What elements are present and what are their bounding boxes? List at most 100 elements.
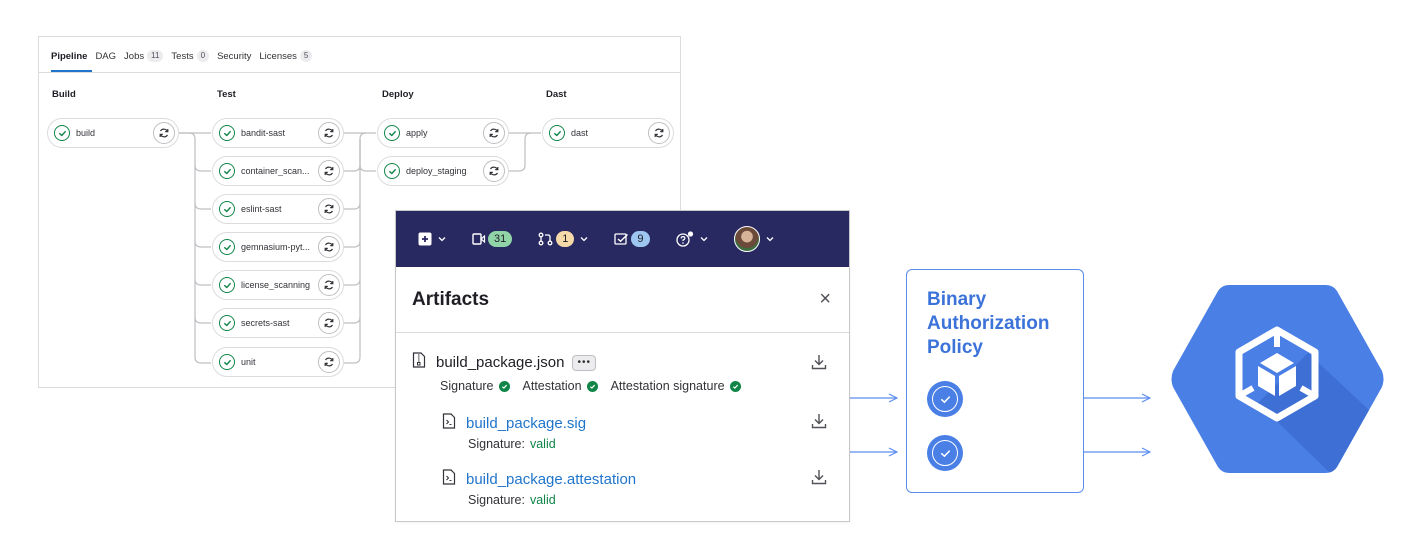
help-icon	[675, 231, 693, 247]
job-name: container_scan...	[241, 166, 310, 176]
artifact-main-file: build_package.json •••	[412, 352, 596, 373]
retry-icon[interactable]	[318, 198, 340, 220]
tab-dag[interactable]: DAG	[95, 51, 121, 72]
success-icon	[219, 125, 235, 141]
retry-icon[interactable]	[153, 122, 175, 144]
policy-title-line: Policy	[927, 337, 983, 358]
help-button[interactable]	[675, 231, 708, 247]
success-icon	[384, 125, 400, 141]
job-eslint-sast[interactable]: eslint-sast	[212, 194, 344, 224]
job-license-scanning[interactable]: license_scanning	[212, 270, 344, 300]
tab-label: Jobs	[124, 50, 145, 62]
tab-licenses[interactable]: Licenses 5	[259, 50, 317, 72]
retry-icon[interactable]	[483, 122, 505, 144]
attestation-label: Attestation	[522, 379, 582, 393]
success-icon	[219, 163, 235, 179]
tab-count: 11	[147, 50, 164, 62]
issues-icon	[472, 233, 486, 245]
script-file-icon	[442, 413, 456, 434]
tab-tests[interactable]: Tests 0	[171, 50, 214, 72]
job-name: deploy_staging	[406, 166, 467, 176]
tab-label: Tests	[171, 50, 194, 62]
verification-status: Signature Attestation Attestation signat…	[440, 379, 749, 393]
file-name: build_package.json	[436, 354, 565, 371]
success-icon	[219, 201, 235, 217]
job-apply[interactable]: apply	[377, 118, 509, 148]
job-unit[interactable]: unit	[212, 347, 344, 377]
issues-button[interactable]: 31	[472, 231, 513, 247]
create-new-button[interactable]	[418, 232, 446, 246]
stage-title-test: Test	[217, 89, 236, 100]
close-icon[interactable]: ×	[819, 288, 831, 311]
retry-icon[interactable]	[318, 312, 340, 334]
tab-label: Licenses	[259, 50, 297, 62]
tab-label: Pipeline	[51, 51, 88, 62]
job-name: unit	[241, 357, 256, 367]
stage-title-dast: Dast	[546, 89, 567, 100]
merge-requests-button[interactable]: 1	[538, 231, 588, 247]
policy-title-line: Binary	[927, 289, 987, 310]
retry-icon[interactable]	[483, 160, 505, 182]
signature-status: Signature: valid	[468, 437, 556, 451]
job-name: dast	[571, 128, 589, 138]
user-menu[interactable]	[733, 226, 774, 252]
job-name: bandit-sast	[241, 128, 286, 138]
merge-requests-count: 1	[556, 231, 575, 247]
job-dast[interactable]: dast	[542, 118, 674, 148]
success-icon	[219, 354, 235, 370]
script-file-icon	[442, 469, 456, 490]
stage-title-build: Build	[52, 89, 76, 100]
retry-icon[interactable]	[318, 351, 340, 373]
success-icon	[219, 239, 235, 255]
status-valid: valid	[529, 437, 556, 451]
artifacts-panel: 31 1 9 Artifacts × build_package.json ••…	[395, 210, 850, 522]
policy-title-line: Authorization	[927, 313, 1050, 334]
tab-count: 0	[196, 50, 210, 62]
retry-icon[interactable]	[318, 274, 340, 296]
success-icon	[219, 277, 235, 293]
job-bandit-sast[interactable]: bandit-sast	[212, 118, 344, 148]
retry-icon[interactable]	[648, 122, 670, 144]
download-icon[interactable]	[811, 469, 827, 485]
job-gemnasium[interactable]: gemnasium-pyt...	[212, 232, 344, 262]
tab-jobs[interactable]: Jobs 11	[124, 50, 168, 72]
status-valid: valid	[529, 493, 556, 507]
attestation-signature-label: Attestation signature	[610, 379, 725, 393]
job-secrets-sast[interactable]: secrets-sast	[212, 308, 344, 338]
check-circle-icon	[927, 435, 963, 471]
file-link[interactable]: build_package.sig	[466, 415, 586, 432]
download-icon[interactable]	[811, 354, 827, 370]
job-deploy-staging[interactable]: deploy_staging	[377, 156, 509, 186]
issues-count: 31	[488, 231, 513, 247]
artifact-sig-file: build_package.sig	[442, 413, 586, 434]
zip-file-icon	[412, 352, 426, 373]
pipeline-tabs: Pipeline DAG Jobs 11 Tests 0 Security Lice…	[39, 37, 680, 73]
chevron-down-icon	[580, 237, 588, 242]
retry-icon[interactable]	[318, 122, 340, 144]
job-name: gemnasium-pyt...	[241, 242, 311, 252]
tab-count: 5	[299, 50, 313, 62]
job-container-scanning[interactable]: container_scan...	[212, 156, 344, 186]
job-name: eslint-sast	[241, 204, 282, 214]
chevron-down-icon	[438, 237, 446, 242]
todos-button[interactable]: 9	[614, 231, 650, 247]
check-circle-icon	[927, 381, 963, 417]
artifacts-header: Artifacts ×	[396, 267, 849, 333]
binary-authorization-policy: Binary Authorization Policy	[906, 269, 1084, 493]
file-link[interactable]: build_package.attestation	[466, 471, 636, 488]
merge-request-icon	[538, 232, 553, 246]
job-build[interactable]: build	[47, 118, 179, 148]
tab-security[interactable]: Security	[217, 51, 256, 72]
tab-label: Security	[217, 51, 252, 62]
check-circle-icon	[729, 380, 741, 392]
retry-icon[interactable]	[318, 160, 340, 182]
signature-status: Signature: valid	[468, 493, 556, 507]
artifacts-title: Artifacts	[412, 288, 490, 310]
more-actions-button[interactable]: •••	[572, 354, 596, 371]
signature-label: Signature	[440, 379, 494, 393]
download-icon[interactable]	[811, 413, 827, 429]
retry-icon[interactable]	[318, 236, 340, 258]
job-name: apply	[406, 128, 428, 138]
tab-label: DAG	[95, 51, 117, 62]
tab-pipeline[interactable]: Pipeline	[51, 51, 93, 72]
